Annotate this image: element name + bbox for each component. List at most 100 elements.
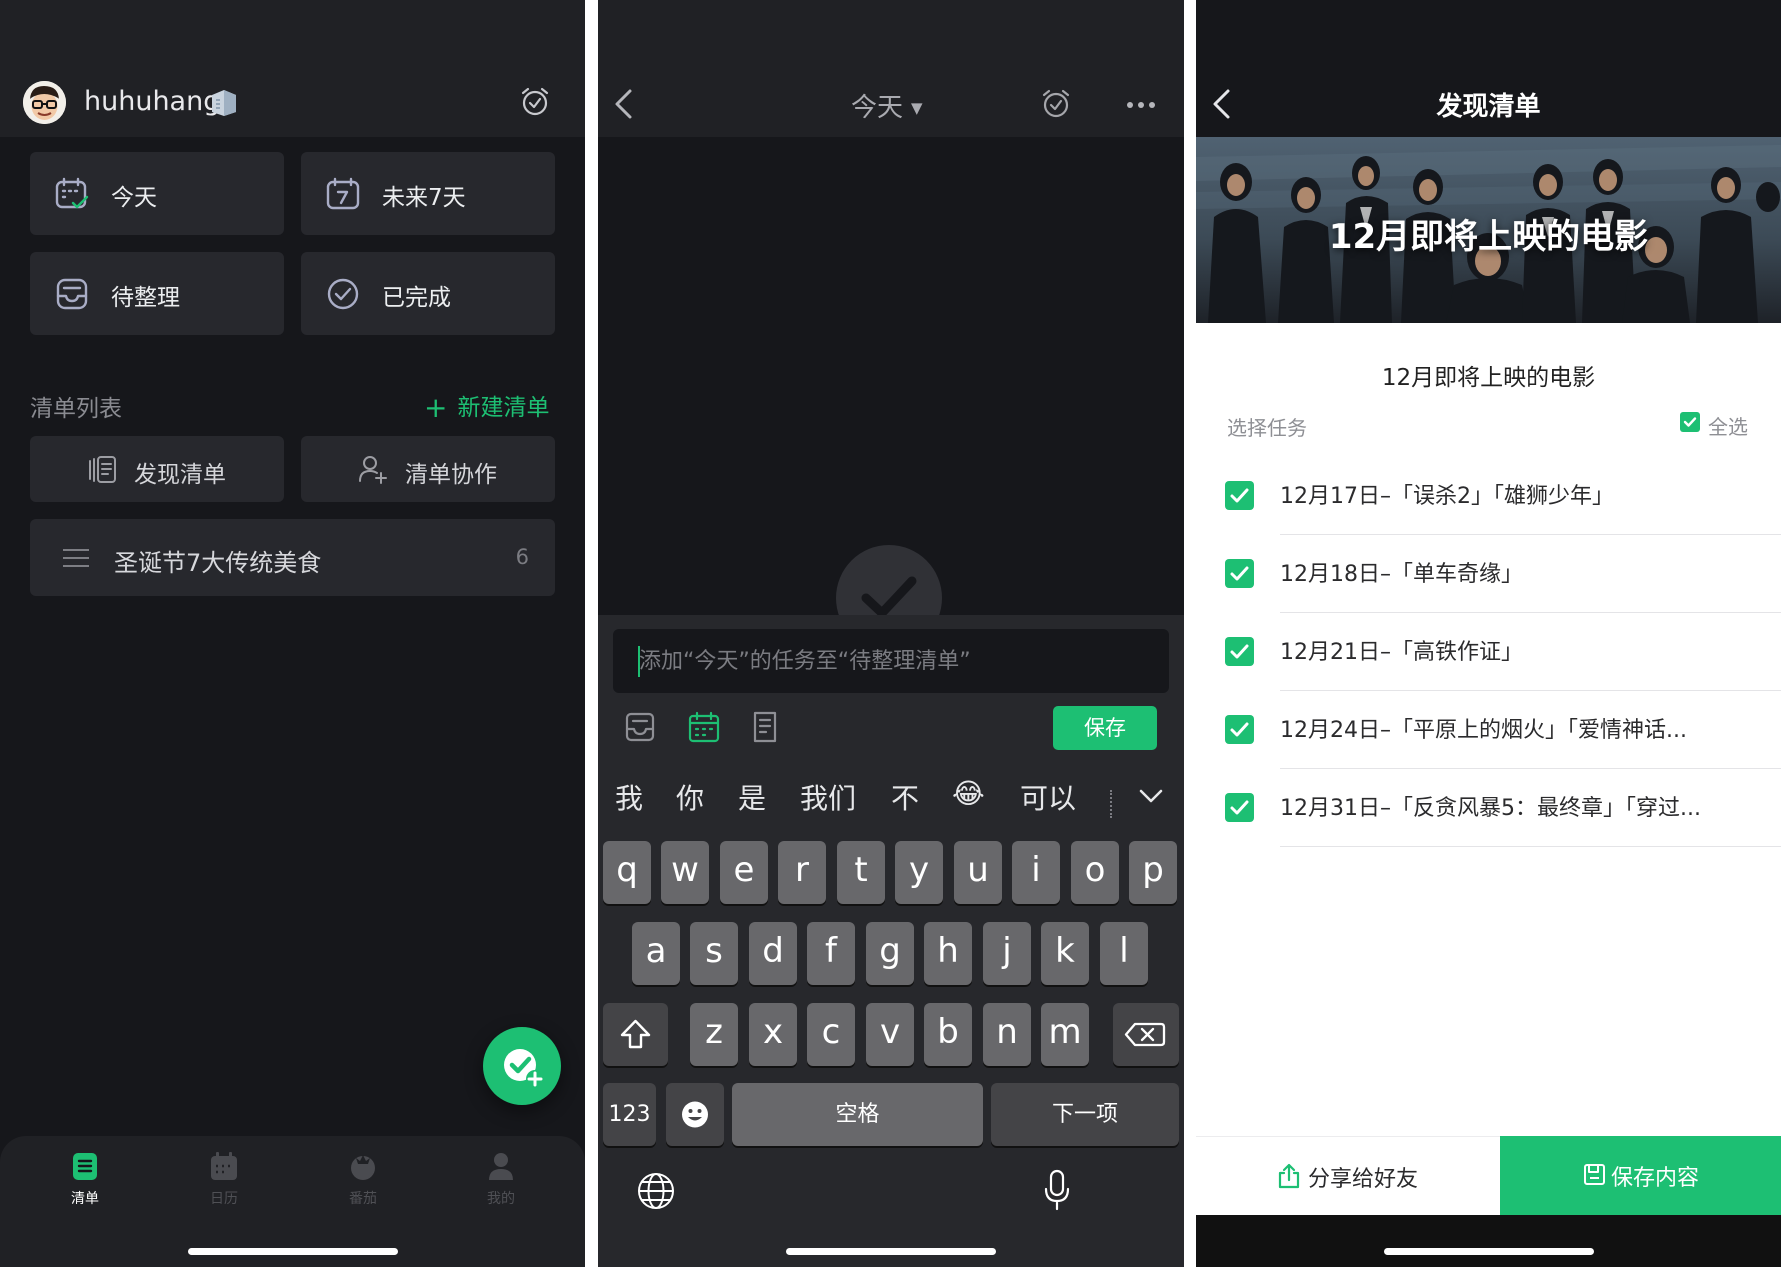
- task-row[interactable]: 12月17日–「误杀2」「雄狮少年」: [1196, 457, 1781, 535]
- alarm-clock-icon[interactable]: [519, 86, 551, 118]
- key-s[interactable]: s: [690, 922, 738, 985]
- share-button[interactable]: 分享给好友: [1196, 1136, 1500, 1215]
- alarm-clock-icon[interactable]: [1040, 88, 1072, 120]
- note-icon[interactable]: [748, 710, 782, 744]
- key-b[interactable]: b: [924, 1003, 972, 1066]
- key-o[interactable]: o: [1071, 841, 1119, 904]
- share-label: 分享给好友: [1308, 1167, 1419, 1192]
- key-a[interactable]: a: [632, 922, 680, 985]
- calendar-7-icon: [325, 176, 361, 212]
- backspace-key[interactable]: [1113, 1003, 1179, 1066]
- key-d[interactable]: d: [749, 922, 797, 985]
- key-h[interactable]: h: [924, 922, 972, 985]
- title-dropdown[interactable]: 今天 ▼: [851, 87, 923, 124]
- tab-tomato[interactable]: 番茄: [303, 1150, 423, 1208]
- tab-lists[interactable]: 清单: [25, 1150, 145, 1208]
- select-all-label[interactable]: 全选: [1708, 411, 1748, 440]
- select-tasks-label: 选择任务: [1227, 416, 1307, 440]
- task-checkbox[interactable]: [1225, 637, 1254, 666]
- list-subtitle: 12月即将上映的电影: [1381, 365, 1596, 391]
- key-t[interactable]: t: [837, 841, 885, 904]
- discover-list-button[interactable]: 发现清单: [30, 436, 284, 502]
- chevron-down-icon[interactable]: [1138, 788, 1164, 804]
- key-z[interactable]: z: [690, 1003, 738, 1066]
- suggestion-word[interactable]: 可以: [1020, 777, 1076, 817]
- calendar-check-icon: [54, 176, 90, 212]
- key-f[interactable]: f: [807, 922, 855, 985]
- key-k[interactable]: k: [1041, 922, 1089, 985]
- more-icon[interactable]: [1126, 101, 1156, 109]
- page-title: 今天: [851, 93, 904, 123]
- key-v[interactable]: v: [866, 1003, 914, 1066]
- task-checkbox[interactable]: [1225, 793, 1254, 822]
- key-x[interactable]: x: [749, 1003, 797, 1066]
- key-g[interactable]: g: [866, 922, 914, 985]
- key-m[interactable]: m: [1041, 1003, 1089, 1066]
- key-i[interactable]: i: [1012, 841, 1060, 904]
- tile-label: 待整理: [111, 285, 180, 311]
- key-y[interactable]: y: [895, 841, 943, 904]
- tile-completed[interactable]: 已完成: [301, 252, 555, 335]
- discover-list-screen: 发现清单 12月即将上映的电影 12月即将上映的电影 选择任务 全选 12月17…: [1196, 0, 1781, 1267]
- key-n[interactable]: n: [983, 1003, 1031, 1066]
- add-user-icon: [357, 453, 389, 485]
- page-title: 发现清单: [1436, 92, 1541, 122]
- key-q[interactable]: q: [603, 841, 651, 904]
- suggestion-word[interactable]: 我们: [800, 777, 856, 817]
- back-arrow-icon[interactable]: [612, 88, 634, 120]
- save-content-button[interactable]: 保存内容: [1500, 1136, 1781, 1215]
- calendar-icon[interactable]: [687, 710, 721, 744]
- task-row[interactable]: 12月31日–「反贪风暴5：最终章」「穿过...: [1196, 769, 1781, 847]
- key-p[interactable]: p: [1129, 841, 1177, 904]
- section-title: 清单列表: [30, 396, 122, 422]
- suggestion-word[interactable]: 是: [738, 777, 766, 817]
- task-row[interactable]: 12月21日–「高铁作证」: [1196, 613, 1781, 691]
- microphone-icon[interactable]: [1044, 1169, 1070, 1211]
- next-key[interactable]: 下一项: [991, 1083, 1179, 1146]
- tile-next-7-days[interactable]: 未来7天: [301, 152, 555, 235]
- tile-today[interactable]: 今天: [30, 152, 284, 235]
- add-task-fab[interactable]: [483, 1027, 561, 1105]
- emoji-key[interactable]: [666, 1083, 724, 1146]
- task-row[interactable]: 12月18日–「单车奇缘」: [1196, 535, 1781, 613]
- task-text: 12月21日–「高铁作证」: [1280, 640, 1523, 665]
- key-w[interactable]: w: [661, 841, 709, 904]
- save-content-label: 保存内容: [1611, 1166, 1700, 1191]
- checkmark-icon: [1230, 800, 1249, 815]
- shift-icon: [620, 1019, 651, 1049]
- inbox-icon[interactable]: [623, 710, 657, 744]
- suggestion-emoji[interactable]: 😂: [952, 777, 985, 810]
- task-checkbox[interactable]: [1225, 481, 1254, 510]
- key-r[interactable]: r: [778, 841, 826, 904]
- key-c[interactable]: c: [807, 1003, 855, 1066]
- home-indicator: [786, 1248, 996, 1255]
- task-checkbox[interactable]: [1225, 715, 1254, 744]
- shift-key[interactable]: [603, 1003, 668, 1066]
- key-j[interactable]: j: [983, 922, 1031, 985]
- footer-bar: [1196, 1215, 1781, 1267]
- key-u[interactable]: u: [954, 841, 1002, 904]
- suggestion-word[interactable]: 你: [676, 777, 704, 817]
- task-row[interactable]: 12月24日–「平原上的烟火」「爱情神话...: [1196, 691, 1781, 769]
- task-input[interactable]: [613, 629, 1169, 693]
- tab-calendar[interactable]: 日历: [164, 1150, 284, 1208]
- suggestion-word[interactable]: 我: [615, 777, 643, 817]
- tab-profile[interactable]: 我的: [441, 1150, 561, 1208]
- new-list-button[interactable]: + 新建清单: [424, 388, 549, 424]
- tile-inbox[interactable]: 待整理: [30, 252, 284, 335]
- space-key[interactable]: 空格: [732, 1083, 983, 1146]
- checkmark-icon: [1683, 417, 1697, 427]
- select-all-checkbox[interactable]: [1680, 412, 1700, 432]
- username[interactable]: huhuhang: [84, 86, 220, 117]
- suggestion-word[interactable]: 不: [891, 777, 919, 817]
- numbers-key[interactable]: 123: [603, 1083, 656, 1146]
- list-item[interactable]: 圣诞节7大传统美食 6: [30, 519, 555, 596]
- save-button[interactable]: 保存: [1053, 706, 1157, 750]
- key-e[interactable]: e: [720, 841, 768, 904]
- globe-icon[interactable]: [636, 1171, 676, 1211]
- collab-list-button[interactable]: 清单协作: [301, 436, 555, 502]
- key-l[interactable]: l: [1100, 922, 1148, 985]
- task-checkbox[interactable]: [1225, 559, 1254, 588]
- action-bar: 分享给好友 保存内容: [1196, 1136, 1781, 1215]
- avatar[interactable]: [23, 81, 66, 124]
